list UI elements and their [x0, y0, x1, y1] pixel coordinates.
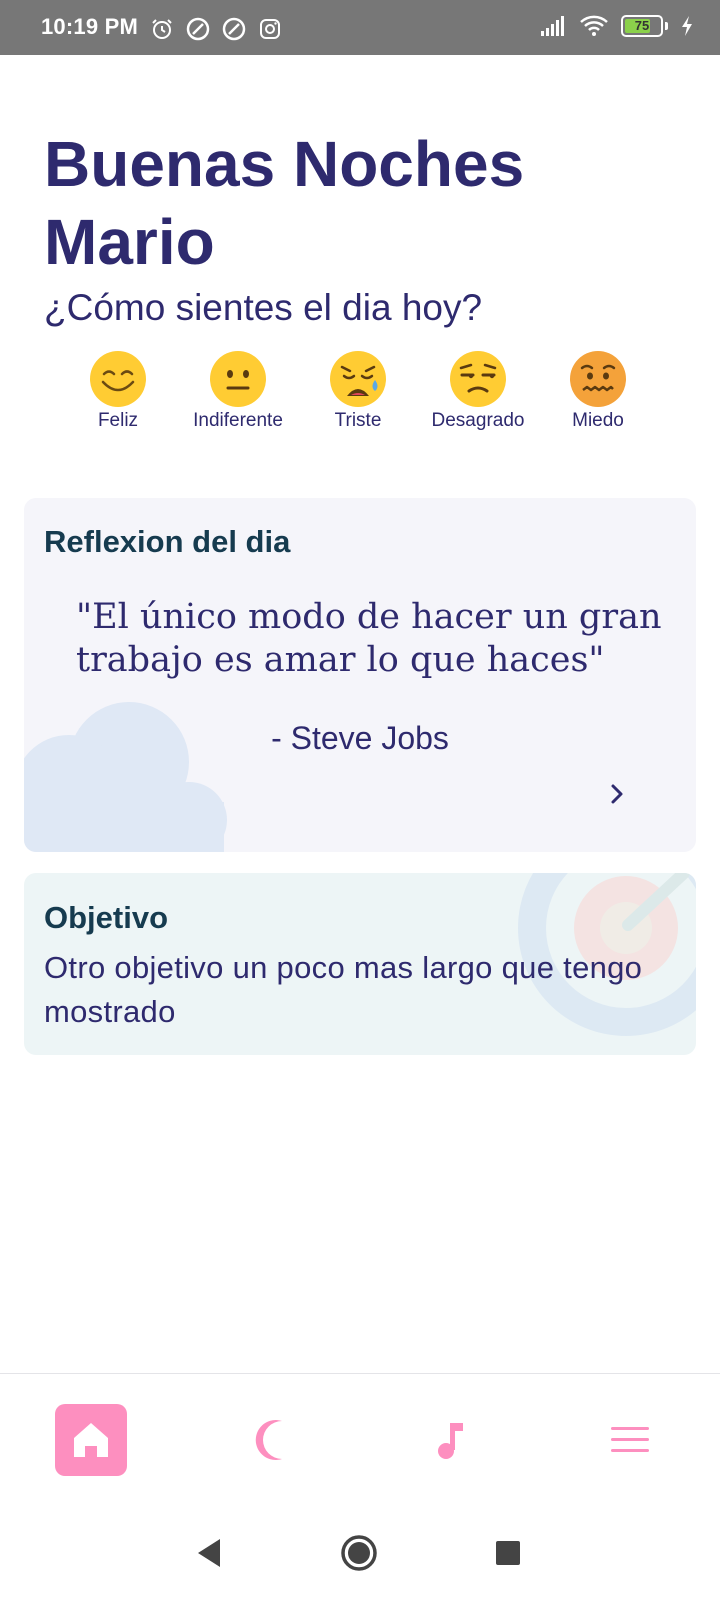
mood-label: Indiferente	[193, 410, 283, 431]
nav-music-button[interactable]	[414, 1404, 486, 1476]
status-icons-left	[150, 17, 282, 41]
unamused-face-icon	[450, 351, 506, 407]
home-circle-icon	[341, 1535, 377, 1571]
objective-text: Otro objetivo un poco mas largo que teng…	[44, 950, 643, 1029]
objective-title: Objetivo	[44, 900, 169, 935]
reflection-title: Reflexion del dia	[44, 524, 291, 559]
wifi-icon	[580, 15, 608, 36]
chevron-right-icon	[611, 784, 623, 804]
signal-icon	[541, 16, 564, 36]
bottom-navigation	[0, 1373, 720, 1504]
smiling-face-icon	[90, 351, 146, 407]
system-navigation-bar	[0, 1503, 720, 1600]
back-triangle-icon	[198, 1539, 220, 1567]
reflection-next-button[interactable]	[601, 778, 633, 810]
mood-option-triste[interactable]: Triste	[298, 350, 418, 432]
mood-label: Triste	[334, 410, 382, 431]
nav-sleep-button[interactable]	[234, 1404, 306, 1476]
music-note-icon	[438, 1423, 463, 1459]
system-back-button[interactable]	[188, 1533, 228, 1573]
instagram-icon	[260, 19, 280, 39]
moon-icon	[255, 1420, 282, 1460]
alarm-icon	[152, 19, 172, 39]
charging-icon	[682, 16, 692, 36]
mood-label: Feliz	[97, 410, 139, 431]
app-icon	[186, 17, 210, 41]
fearful-face-icon	[570, 351, 626, 407]
reflection-author: - Steve Jobs	[271, 720, 449, 756]
objective-card[interactable]: Objetivo Otro objetivo un poco mas largo…	[24, 873, 696, 1055]
system-recents-button[interactable]	[488, 1533, 528, 1573]
system-home-button[interactable]	[339, 1533, 379, 1573]
crying-face-icon	[330, 351, 386, 407]
status-icons-right: 75	[539, 14, 694, 38]
mood-option-indiferente[interactable]: Indiferente	[178, 350, 298, 432]
recents-square-icon	[496, 1541, 520, 1565]
menu-icon	[611, 1427, 649, 1452]
battery-icon: 75	[621, 15, 663, 37]
mood-selector: Feliz Indiferente Triste Desagrado Miedo	[58, 350, 658, 432]
battery-level: 75	[634, 18, 650, 33]
battery-nub	[665, 22, 668, 30]
mood-label: Desagrado	[431, 410, 525, 431]
mood-option-feliz[interactable]: Feliz	[58, 350, 178, 432]
app-icon	[222, 17, 246, 41]
mood-label: Miedo	[572, 410, 624, 431]
status-bar: 10:19 PM 75	[0, 0, 720, 55]
reflection-quote: "El único modo de hacer un gran trabajo …	[76, 597, 662, 680]
mood-option-miedo[interactable]: Miedo	[538, 350, 658, 432]
greeting-title: Buenas Noches Mario	[44, 128, 525, 278]
nav-home-button[interactable]	[55, 1404, 127, 1476]
status-time: 10:19 PM	[41, 14, 138, 39]
home-icon	[74, 1423, 108, 1457]
mood-option-desagrado[interactable]: Desagrado	[418, 350, 538, 432]
mood-question: ¿Cómo sientes el dia hoy?	[44, 287, 483, 328]
nav-menu-button[interactable]	[594, 1404, 666, 1476]
reflection-card[interactable]: Reflexion del dia "El único modo de hace…	[24, 498, 696, 852]
neutral-face-icon	[210, 351, 266, 407]
